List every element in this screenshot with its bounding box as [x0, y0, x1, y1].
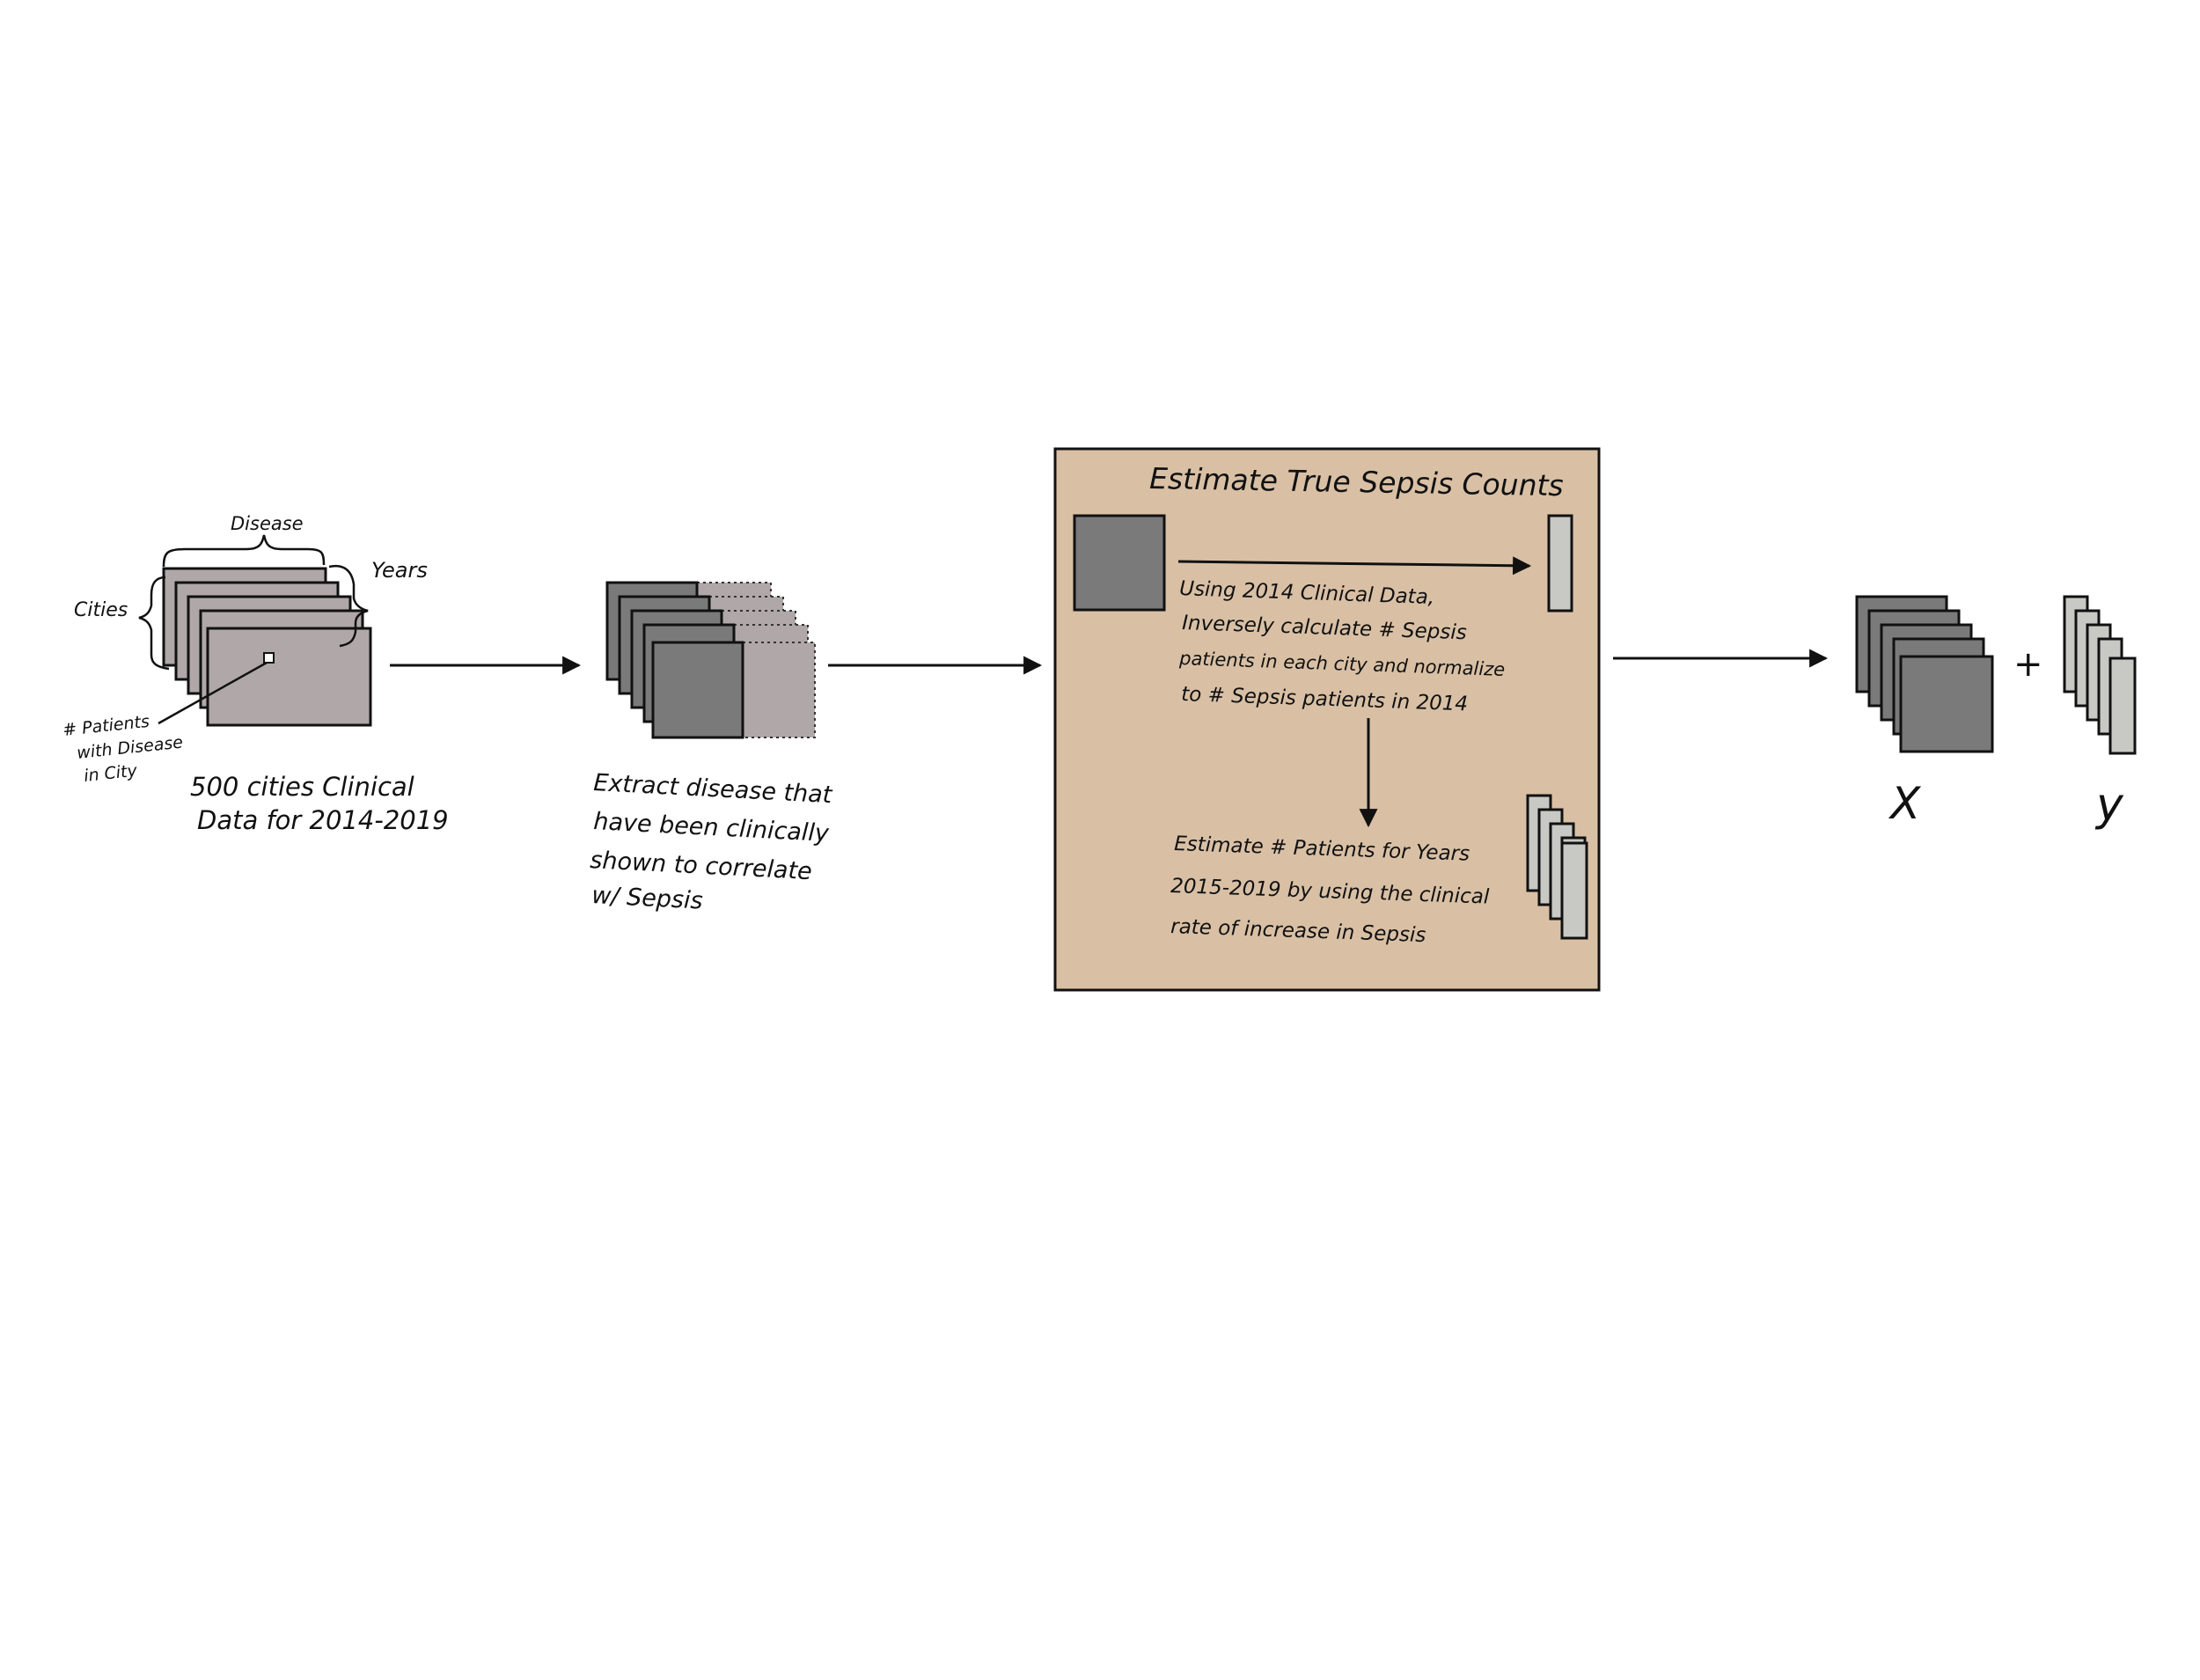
x-label: X: [1888, 778, 1922, 829]
y-target-stack: [2063, 595, 2137, 755]
years-label: Years: [371, 558, 428, 583]
stage3-estimation-panel: Estimate True Sepsis Counts Using 2014 C…: [1053, 447, 1601, 992]
stage2-extracted-data: Extract disease that have been clinicall…: [590, 581, 834, 915]
callout-line: with Disease: [76, 732, 184, 763]
data-layer-front: [206, 627, 372, 727]
clinical-data-matrix: [1073, 514, 1166, 612]
excluded-layer-front: [742, 642, 816, 738]
sepsis-vector-front: [1560, 841, 1588, 940]
output-section: X + y: [1855, 595, 2137, 832]
disease-layer-front: [651, 641, 744, 739]
disease-brace: [162, 534, 326, 568]
caption-line: Extract disease that: [593, 769, 834, 809]
caption-line: Data for 2014-2019: [197, 805, 449, 835]
plus-sign: +: [2013, 644, 2043, 685]
callout-line: # Patients: [62, 712, 150, 740]
callout-line: in City: [83, 761, 138, 786]
caption-line: have been clinically: [593, 808, 831, 847]
disease-label: Disease: [231, 513, 304, 534]
patient-cell-marker: [263, 652, 275, 664]
caption-line: 500 cities Clinical: [190, 772, 414, 802]
sepsis-pipeline-diagram: Disease Years Cities # Patients with Dis…: [0, 0, 2200, 1676]
diagram-canvas: Disease Years Cities # Patients with Dis…: [62, 447, 2137, 992]
caption-line: shown to correlate: [590, 847, 813, 885]
stage1-raw-data: Disease Years Cities # Patients with Dis…: [62, 513, 448, 835]
panel-title: Estimate True Sepsis Counts: [1149, 461, 1564, 503]
cities-label: Cities: [74, 599, 128, 621]
raw-data-stack: [162, 567, 372, 727]
x-feature-stack: [1855, 595, 1994, 753]
y-vector-front: [2108, 657, 2137, 755]
stage1-caption: 500 cities Clinical Data for 2014-2019: [190, 772, 449, 835]
y-label: y: [2094, 779, 2124, 832]
patient-callout-text: # Patients with Disease in City: [62, 712, 184, 786]
caption-line: w/ Sepsis: [591, 882, 704, 915]
stage2-caption: Extract disease that have been clinicall…: [590, 769, 834, 915]
x-layer-front: [1899, 655, 1994, 753]
sepsis-vector-2014: [1547, 514, 1573, 613]
extracted-stack: [605, 581, 816, 739]
